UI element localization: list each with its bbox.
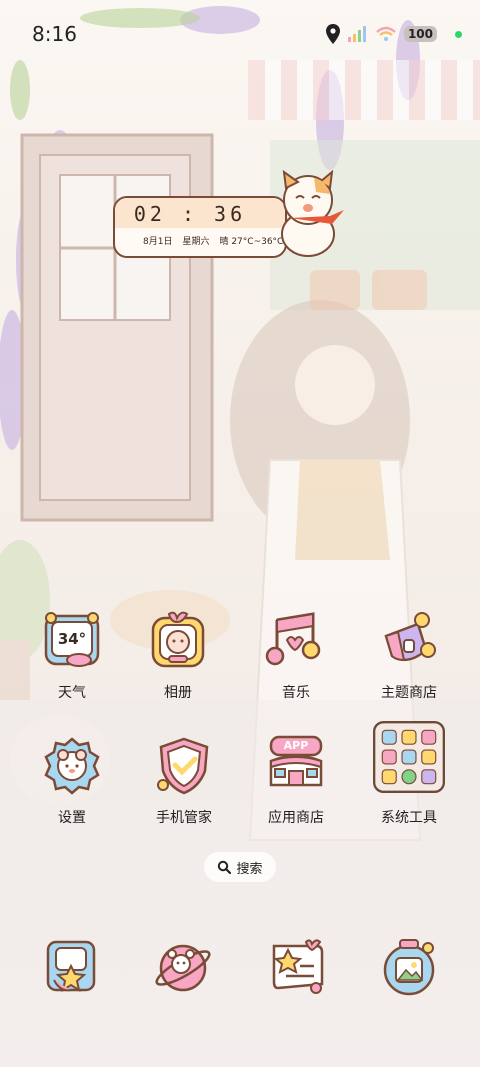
app-system-tools-folder[interactable]: 系统工具 — [359, 721, 459, 827]
clock-weekday: 星期六 — [182, 237, 210, 247]
dock-camera[interactable] — [378, 936, 440, 998]
clock-date: 8月1日 — [143, 237, 173, 247]
location-icon — [325, 24, 340, 44]
app-label: 音乐 — [282, 685, 310, 701]
signal-icon — [347, 26, 366, 42]
app-store-badge: APP — [283, 739, 309, 752]
clock-time: 02 : 36 — [133, 202, 247, 226]
gallery-icon — [147, 610, 209, 672]
settings-icon — [41, 735, 103, 797]
status-icons: 100 — [325, 22, 462, 46]
search-label: 搜索 — [236, 861, 263, 877]
music-icon — [265, 610, 327, 672]
weather-icon: 34° — [41, 610, 103, 672]
camera-icon — [383, 939, 435, 996]
browser-icon — [272, 939, 324, 994]
status-time: 8:16 — [32, 22, 77, 46]
cat-mascot-icon — [281, 170, 344, 257]
app-label: 手机管家 — [156, 810, 212, 826]
phone-manager-icon — [153, 735, 215, 797]
battery-indicator: 100 — [403, 26, 437, 42]
dock-messages[interactable] — [152, 936, 214, 998]
dock-phone[interactable] — [40, 936, 102, 998]
system-tools-folder-icon — [373, 721, 445, 793]
privacy-dot — [455, 30, 462, 38]
app-gallery[interactable]: 相册 — [128, 610, 228, 702]
weather-temp-badge: 34° — [57, 630, 87, 648]
app-phone-manager[interactable]: 手机管家 — [134, 735, 234, 827]
app-label: 设置 — [58, 810, 86, 826]
app-store-icon: APP — [265, 735, 327, 797]
app-label: 相册 — [164, 685, 192, 701]
wallpaper — [0, 6, 480, 1067]
app-label: 天气 — [58, 685, 86, 701]
app-weather[interactable]: 34° 天气 — [22, 610, 122, 702]
app-label: 应用商店 — [268, 810, 324, 826]
app-app-store[interactable]: APP 应用商店 — [246, 735, 346, 827]
messages-icon — [155, 944, 211, 992]
search-button[interactable]: 搜索 — [204, 852, 276, 882]
dock-browser[interactable] — [266, 936, 328, 998]
wifi-icon — [376, 26, 396, 41]
app-label: 系统工具 — [381, 810, 437, 826]
theme-store-icon — [378, 610, 440, 672]
app-label: 主题商店 — [381, 685, 437, 701]
phone-icon — [46, 940, 96, 993]
search-icon — [218, 860, 232, 874]
app-music[interactable]: 音乐 — [246, 610, 346, 702]
app-settings[interactable]: 设置 — [22, 735, 122, 827]
status-bar: 8:16 100 — [0, 0, 480, 64]
clock-widget[interactable]: 02 : 36 8月1日 星期六晴 27°C~36°C — [113, 196, 287, 258]
app-theme-store[interactable]: 主题商店 — [359, 610, 459, 702]
